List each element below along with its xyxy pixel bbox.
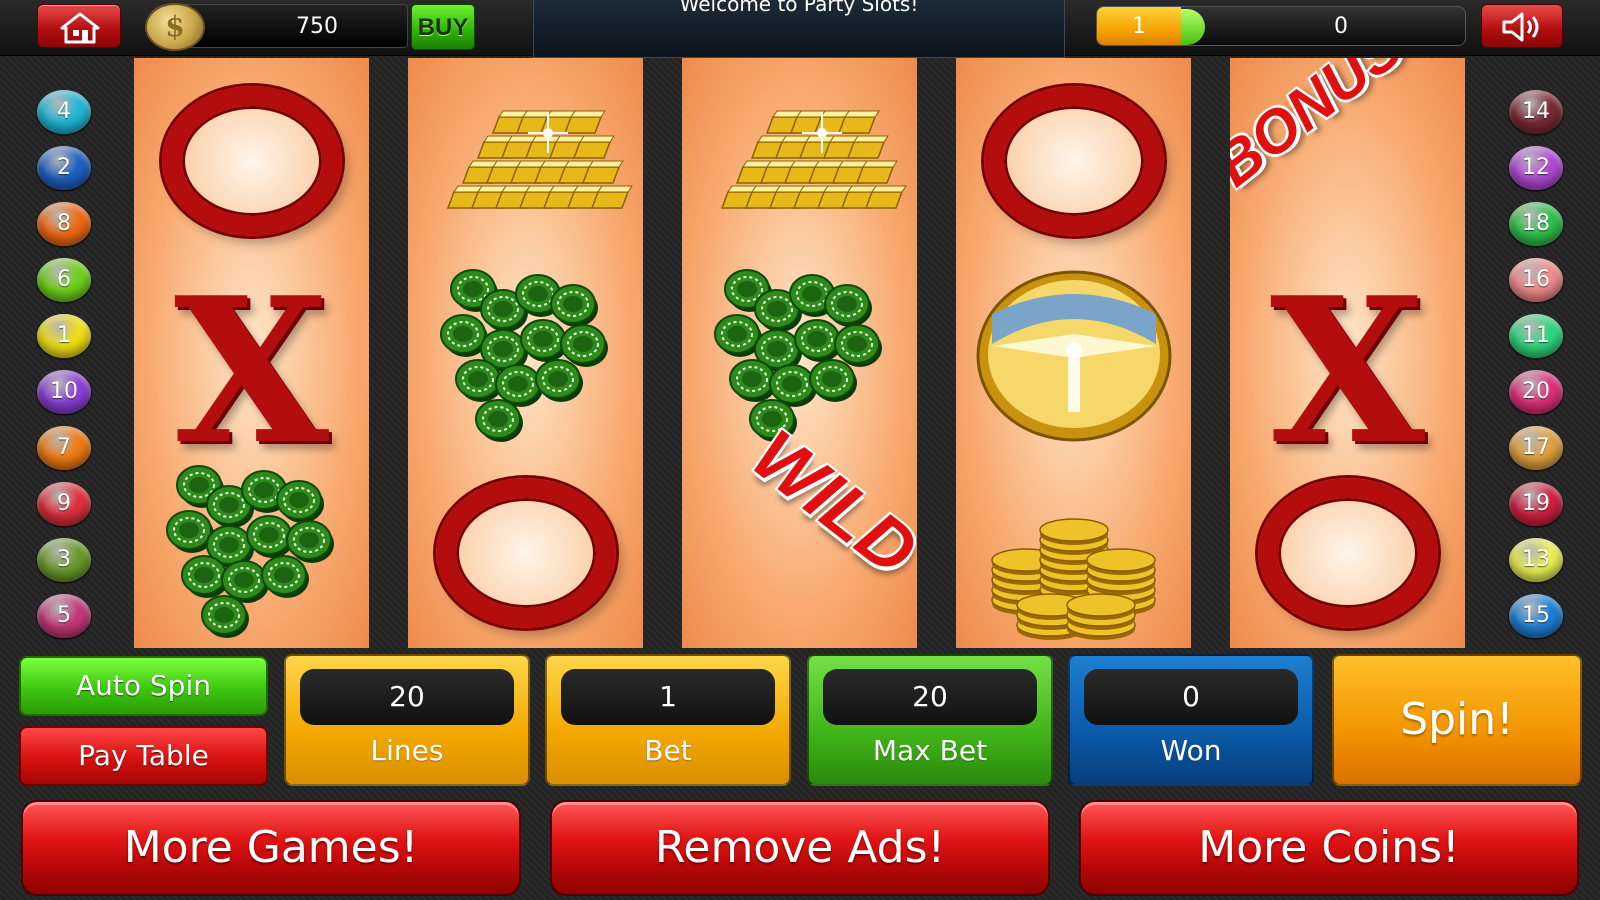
payline-indicator[interactable]: 1 xyxy=(37,314,91,358)
home-icon xyxy=(60,12,100,44)
payline-indicator[interactable]: 19 xyxy=(1509,482,1563,526)
home-button[interactable] xyxy=(37,4,121,48)
won-label: Won xyxy=(1160,734,1222,767)
welcome-message: Welcome to Party Slots! xyxy=(679,0,919,16)
more-games-button[interactable]: More Games! xyxy=(21,800,521,896)
pay-table-button[interactable]: Pay Table xyxy=(19,726,268,786)
reel-1: X xyxy=(134,58,369,648)
bet-selector[interactable]: 1 Bet xyxy=(545,654,791,786)
reel-4 xyxy=(956,58,1191,648)
level-indicator: 1 xyxy=(1097,7,1181,45)
payline-indicator[interactable]: 14 xyxy=(1509,90,1563,134)
reel-5: BONUS X xyxy=(1230,58,1465,648)
payline-indicator[interactable]: 6 xyxy=(37,258,91,302)
max-bet-button[interactable]: 20 Max Bet xyxy=(807,654,1053,786)
spin-button[interactable]: Spin! xyxy=(1332,654,1582,786)
payline-indicator[interactable]: 9 xyxy=(37,482,91,526)
reel-symbol-wild: WILD xyxy=(682,415,917,646)
sound-toggle-button[interactable] xyxy=(1481,4,1563,48)
welcome-banner: Welcome to Party Slots! xyxy=(533,0,1065,58)
reel-symbol-gold-bars xyxy=(682,58,917,254)
reel-symbol-o xyxy=(1230,450,1465,646)
reel-symbol-o xyxy=(134,58,369,254)
xp-value: 0 xyxy=(1334,14,1348,39)
payline-indicator[interactable]: 11 xyxy=(1509,314,1563,358)
payline-indicator[interactable]: 17 xyxy=(1509,426,1563,470)
payline-indicator[interactable]: 16 xyxy=(1509,258,1563,302)
coin-icon: $ xyxy=(145,3,205,51)
payline-indicator[interactable]: 5 xyxy=(37,594,91,638)
reel-symbol-o xyxy=(408,450,643,646)
reel-symbol-x: X xyxy=(173,254,330,489)
reel-2 xyxy=(408,58,643,648)
reel-3: WILD xyxy=(682,58,917,648)
gold-bars-icon xyxy=(720,110,907,209)
coin-balance: 750 xyxy=(296,14,338,39)
gold-bars-icon xyxy=(446,110,633,209)
lines-label: Lines xyxy=(370,734,444,767)
payline-indicator[interactable]: 18 xyxy=(1509,202,1563,246)
top-bar: $ 750 BUY Welcome to Party Slots! 1 0 xyxy=(0,0,1600,58)
reel-symbol-o xyxy=(956,58,1191,254)
reel-symbol-gold-bars xyxy=(408,58,643,254)
payline-indicator[interactable]: 10 xyxy=(37,370,91,414)
reel-symbol-chips xyxy=(134,450,369,646)
payline-indicator[interactable]: 20 xyxy=(1509,370,1563,414)
payline-indicator[interactable]: 12 xyxy=(1509,146,1563,190)
payline-indicator[interactable]: 3 xyxy=(37,538,91,582)
slot-machine-screen: $ 750 BUY Welcome to Party Slots! 1 0 4 … xyxy=(0,0,1600,900)
more-coins-button[interactable]: More Coins! xyxy=(1079,800,1579,896)
gold-coins-icon xyxy=(991,518,1156,640)
payline-indicator[interactable]: 8 xyxy=(37,202,91,246)
buy-button[interactable]: BUY xyxy=(411,4,475,50)
reel-symbol-chips xyxy=(682,254,917,450)
level-progress-bar: 1 0 xyxy=(1096,6,1466,46)
xp-fill xyxy=(1181,9,1205,45)
lines-value: 20 xyxy=(300,669,514,725)
reel-symbol-bonus: BONUS xyxy=(1230,58,1465,254)
payline-indicator[interactable]: 13 xyxy=(1509,538,1563,582)
won-value: 0 xyxy=(1084,669,1298,725)
payline-indicator[interactable]: 4 xyxy=(37,90,91,134)
reel-symbol-x: X xyxy=(1269,254,1426,489)
reel-symbol-gold-coins xyxy=(956,450,1191,646)
auto-spin-button[interactable]: Auto Spin xyxy=(19,656,268,716)
remove-ads-button[interactable]: Remove Ads! xyxy=(550,800,1050,896)
gold-plate-icon xyxy=(976,270,1172,442)
poker-chips-icon xyxy=(166,465,334,638)
max-bet-label: Max Bet xyxy=(872,734,988,767)
bet-value: 1 xyxy=(561,669,775,725)
payline-indicator[interactable]: 7 xyxy=(37,426,91,470)
won-display: 0 Won xyxy=(1068,654,1314,786)
lines-selector[interactable]: 20 Lines xyxy=(284,654,530,786)
payline-indicator[interactable]: 2 xyxy=(37,146,91,190)
poker-chips-icon xyxy=(440,269,608,442)
poker-chips-icon xyxy=(714,269,882,442)
speaker-icon xyxy=(1502,12,1539,42)
bet-label: Bet xyxy=(644,734,692,767)
max-bet-value: 20 xyxy=(823,669,1037,725)
payline-indicator[interactable]: 15 xyxy=(1509,594,1563,638)
reel-symbol-gold-plate xyxy=(956,254,1191,450)
reel-symbol-chips xyxy=(408,254,643,450)
coin-balance-display: $ 750 xyxy=(145,3,408,51)
